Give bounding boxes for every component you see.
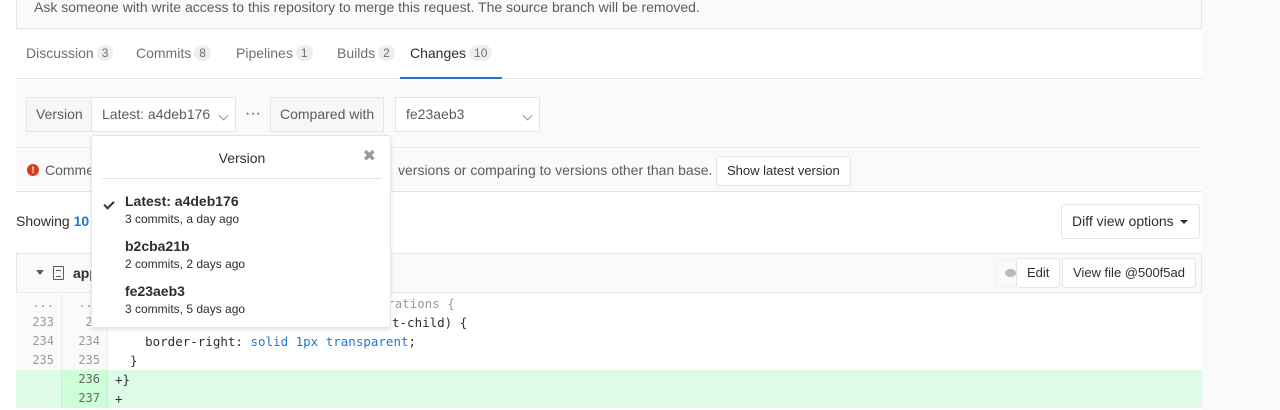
file-icon xyxy=(53,266,64,280)
diff-summary-prefix: Showing xyxy=(16,213,70,229)
tab-label: Discussion xyxy=(26,45,94,61)
new-line-number[interactable]: 236 xyxy=(62,370,108,389)
tab-label: Pipelines xyxy=(236,45,293,61)
tab-count-badge: 3 xyxy=(96,45,114,61)
css-property: border-right: xyxy=(115,334,251,349)
code-text: t-child) { xyxy=(392,315,468,330)
diff-line-added: 236 +} xyxy=(16,370,1202,389)
old-line-number[interactable]: 233 xyxy=(16,313,62,332)
old-line-number[interactable]: 234 xyxy=(16,332,62,351)
tab-commits[interactable]: Commits 8 xyxy=(136,30,211,79)
tab-count-badge: 10 xyxy=(469,45,493,61)
diff-line-added: 237 + xyxy=(16,389,1202,408)
version-option-name: b2cba21b xyxy=(125,238,190,254)
edit-file-button[interactable]: Edit xyxy=(1016,258,1061,288)
tab-label: Builds xyxy=(337,45,376,61)
right-gutter xyxy=(1202,0,1280,410)
new-line-number[interactable]: 234 xyxy=(62,332,108,351)
chevron-down-icon xyxy=(218,110,229,121)
version-dropdown: Version ✖ Latest: a4deb176 3 commits, a … xyxy=(91,135,391,328)
view-file-button[interactable]: View file @500f5ad xyxy=(1062,258,1196,288)
version-option-meta: 3 commits, 5 days ago xyxy=(125,302,246,316)
merge-request-tabs: Discussion 3 Commits 8 Pipelines 1 Builds 2 … xyxy=(16,30,1202,79)
dropdown-title: Version xyxy=(218,150,266,166)
old-line-number[interactable]: 235 xyxy=(16,351,62,370)
css-value: solid 1px transparent xyxy=(250,334,409,349)
tab-count-badge: 1 xyxy=(295,45,313,61)
close-icon[interactable]: ✖ xyxy=(363,149,376,165)
tab-pipelines[interactable]: Pipelines 1 xyxy=(236,30,313,79)
chevron-down-icon xyxy=(522,110,533,121)
old-line-number[interactable] xyxy=(16,389,62,408)
caret-down-icon xyxy=(1179,220,1188,224)
diff-view-options-button[interactable]: Diff view options xyxy=(1061,204,1200,239)
compared-with-select[interactable]: fe23aeb3 xyxy=(395,97,540,132)
old-line-number[interactable] xyxy=(16,370,62,389)
compared-with-label: Compared with xyxy=(270,97,385,132)
code-text: border-right: solid 1px transparent; xyxy=(115,332,416,351)
version-option-latest[interactable]: Latest: a4deb176 3 commits, a day ago xyxy=(92,192,392,236)
info-icon: ! xyxy=(27,164,39,176)
diff-summary: Showing 10 xyxy=(16,213,89,229)
version-label: Version xyxy=(26,97,93,132)
tab-builds[interactable]: Builds 2 xyxy=(337,30,395,79)
version-option-name: Latest: a4deb176 xyxy=(125,193,239,209)
old-line-number[interactable]: ... xyxy=(16,294,62,313)
warning-text-prefix: Comme xyxy=(45,162,95,178)
ellipsis-separator: ··· xyxy=(245,105,261,122)
version-select[interactable]: Latest: a4deb176 xyxy=(91,97,236,132)
version-option-meta: 2 commits, 2 days ago xyxy=(125,257,246,271)
tab-count-badge: 8 xyxy=(194,45,211,61)
comment-icon xyxy=(1005,269,1016,277)
new-line-number[interactable]: 237 xyxy=(62,389,108,408)
tab-count-badge: 2 xyxy=(378,45,395,61)
show-latest-version-button[interactable]: Show latest version xyxy=(716,156,851,186)
tab-changes[interactable]: Changes 10 xyxy=(400,30,503,79)
version-option-meta: 3 commits, a day ago xyxy=(125,212,240,226)
css-semicolon: ; xyxy=(408,334,417,349)
diff-line: 234 234 border-right: solid 1px transpar… xyxy=(16,332,1202,351)
tab-label: Commits xyxy=(136,45,192,61)
warning-text: versions or comparing to versions other … xyxy=(398,162,713,178)
checkmark-icon xyxy=(103,198,115,210)
tab-label: Changes xyxy=(410,45,467,61)
version-option-fe23aeb3[interactable]: fe23aeb3 3 commits, 5 days ago xyxy=(92,282,392,326)
new-line-number[interactable]: 235 xyxy=(62,351,108,370)
dropdown-divider xyxy=(102,178,382,179)
collapse-toggle-icon[interactable] xyxy=(36,270,44,275)
diff-view-options-label: Diff view options xyxy=(1072,213,1174,229)
merge-notice-box: Ask someone with write access to this re… xyxy=(16,0,1202,29)
compared-with-select-value: fe23aeb3 xyxy=(406,106,465,122)
code-text: } xyxy=(115,353,138,368)
version-select-value: Latest: a4deb176 xyxy=(102,106,211,122)
tab-discussion[interactable]: Discussion 3 xyxy=(26,30,114,79)
merge-request-changes-page: Ask someone with write access to this re… xyxy=(0,0,1280,410)
version-option-b2cba21b[interactable]: b2cba21b 2 commits, 2 days ago xyxy=(92,237,392,281)
merge-notice-text: Ask someone with write access to this re… xyxy=(34,0,700,15)
version-option-name: fe23aeb3 xyxy=(125,283,185,299)
code-text: +} xyxy=(115,372,131,387)
diff-line: 235 235 } xyxy=(16,351,1202,370)
code-text: + xyxy=(115,391,123,406)
changed-files-count[interactable]: 10 xyxy=(74,213,90,229)
